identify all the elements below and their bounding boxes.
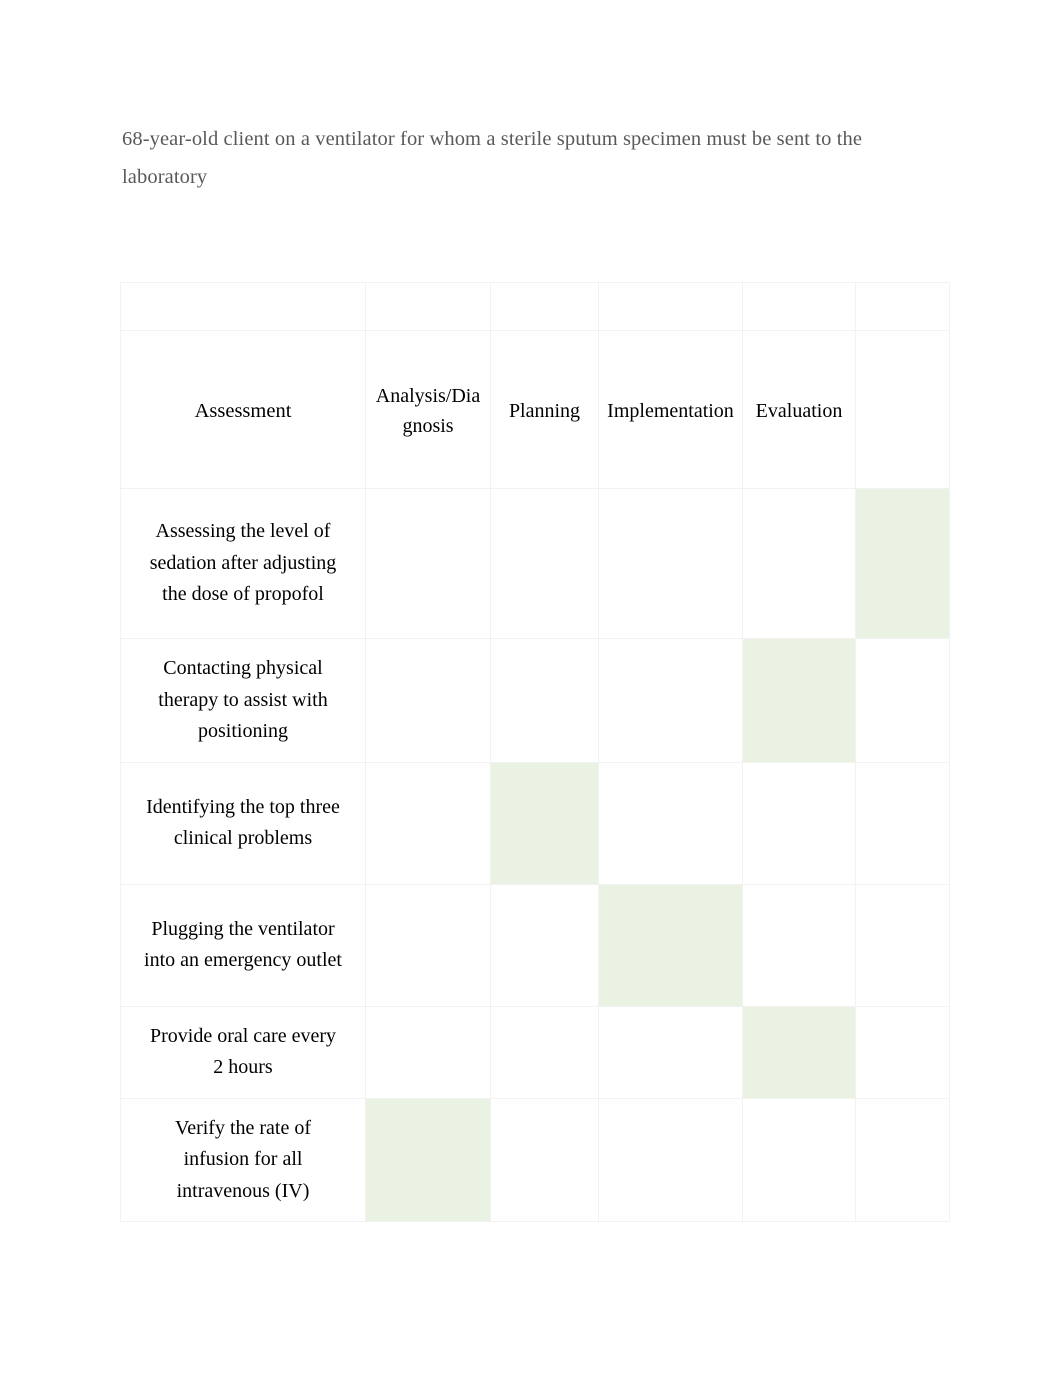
- document-page: 68-year-old client on a ventilator for w…: [0, 0, 1062, 1376]
- task-label-6: Verify the rate of infusion for all intr…: [120, 1097, 366, 1222]
- cell-1-evaluation[interactable]: [742, 488, 856, 639]
- cell-5-implementation[interactable]: [598, 1005, 743, 1099]
- cell-5-evaluation[interactable]: [742, 1005, 856, 1099]
- cell-6-implementation[interactable]: [598, 1097, 743, 1222]
- table-row: Plugging the ventilator into an emergenc…: [120, 883, 950, 1007]
- cell-2-analysis[interactable]: [365, 638, 491, 763]
- task-label-2: Contacting physical therapy to assist wi…: [120, 638, 366, 763]
- cell-5-planning[interactable]: [490, 1005, 599, 1099]
- cell-5-extra[interactable]: [855, 1005, 950, 1099]
- nursing-process-table-container: Assessment Analysis/Diagnosis Planning I…: [120, 282, 950, 1222]
- spacer-cell-6: [855, 282, 950, 331]
- cell-2-planning[interactable]: [490, 638, 599, 763]
- cell-6-evaluation[interactable]: [742, 1097, 856, 1222]
- column-header-assessment: Assessment: [120, 330, 366, 489]
- column-header-analysis-diagnosis: Analysis/Diagnosis: [365, 330, 491, 489]
- spacer-cell-3: [490, 282, 599, 331]
- task-label-3: Identifying the top three clinical probl…: [120, 761, 366, 885]
- cell-2-implementation[interactable]: [598, 638, 743, 763]
- cell-1-extra[interactable]: [855, 488, 950, 639]
- cell-1-implementation[interactable]: [598, 488, 743, 639]
- column-header-evaluation: Evaluation: [742, 330, 856, 489]
- table-row: Contacting physical therapy to assist wi…: [120, 638, 950, 763]
- column-header-extra: [855, 330, 950, 489]
- task-label-1: Assessing the level of sedation after ad…: [120, 488, 366, 639]
- task-label-4: Plugging the ventilator into an emergenc…: [120, 883, 366, 1007]
- table-header-row: Assessment Analysis/Diagnosis Planning I…: [120, 330, 950, 489]
- cell-4-analysis[interactable]: [365, 883, 491, 1007]
- cell-3-evaluation[interactable]: [742, 761, 856, 885]
- cell-3-planning[interactable]: [490, 761, 599, 885]
- cell-1-analysis[interactable]: [365, 488, 491, 639]
- cell-2-evaluation[interactable]: [742, 638, 856, 763]
- cell-6-analysis[interactable]: [365, 1097, 491, 1222]
- cell-4-implementation[interactable]: [598, 883, 743, 1007]
- table-spacer-row: [120, 282, 950, 331]
- task-label-5: Provide oral care every 2 hours: [120, 1005, 366, 1099]
- cell-3-analysis[interactable]: [365, 761, 491, 885]
- column-header-implementation: Implementation: [598, 330, 743, 489]
- cell-6-extra[interactable]: [855, 1097, 950, 1222]
- cell-4-extra[interactable]: [855, 883, 950, 1007]
- spacer-cell-1: [120, 282, 366, 331]
- cell-3-extra[interactable]: [855, 761, 950, 885]
- page-title: 68-year-old client on a ventilator for w…: [122, 128, 863, 188]
- cell-5-analysis[interactable]: [365, 1005, 491, 1099]
- table-row: Assessing the level of sedation after ad…: [120, 488, 950, 639]
- cell-3-implementation[interactable]: [598, 761, 743, 885]
- table-row: Provide oral care every 2 hours: [120, 1005, 950, 1099]
- table-row: Verify the rate of infusion for all intr…: [120, 1097, 950, 1222]
- table-row: Identifying the top three clinical probl…: [120, 761, 950, 885]
- column-header-planning: Planning: [490, 330, 599, 489]
- nursing-process-table: Assessment Analysis/Diagnosis Planning I…: [120, 282, 950, 1222]
- cell-4-planning[interactable]: [490, 883, 599, 1007]
- spacer-cell-5: [742, 282, 856, 331]
- cell-6-planning[interactable]: [490, 1097, 599, 1222]
- cell-2-extra[interactable]: [855, 638, 950, 763]
- spacer-cell-2: [365, 282, 491, 331]
- cell-1-planning[interactable]: [490, 488, 599, 639]
- cell-4-evaluation[interactable]: [742, 883, 856, 1007]
- spacer-cell-4: [598, 282, 743, 331]
